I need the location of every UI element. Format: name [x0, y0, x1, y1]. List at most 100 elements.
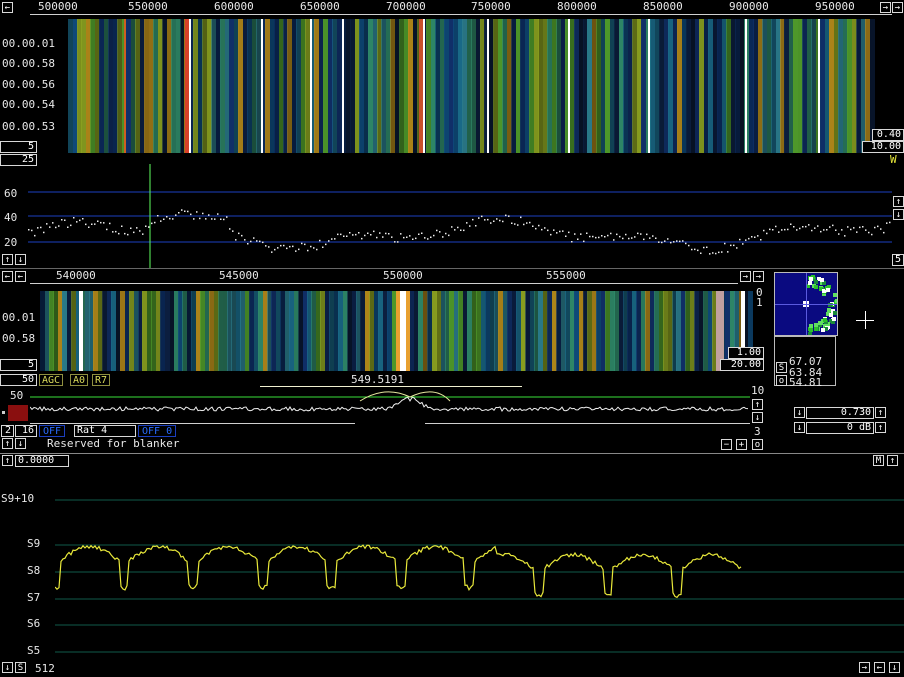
top-scale-tick: 750000	[471, 0, 511, 13]
mid-small-box-b[interactable]: 16	[15, 425, 37, 437]
smeter-down-button[interactable]: ↓	[2, 662, 13, 673]
scroll-left-button[interactable]: ←	[2, 2, 13, 13]
top-waterfall-display[interactable]	[68, 19, 875, 153]
rat-box[interactable]: Rat 4	[74, 425, 136, 437]
mid-scale-up-button[interactable]: ↑	[752, 399, 763, 410]
mid-scale-right-label: 3	[754, 425, 761, 438]
mid-controls-panel: 50 AGC A0 R7 549.5191 50 10 ↑ ↓ 3 2 16 O…	[0, 373, 770, 453]
top-waterfall-left-box[interactable]: 5	[0, 141, 37, 153]
mid-waterfall-time-label: 00.01	[2, 311, 36, 324]
top-waterfall-panel: 00.00.01 00.00.58 00.00.56 00.00.54 00.0…	[0, 17, 904, 154]
r7-button[interactable]: R7	[92, 374, 111, 386]
polar-display[interactable]	[774, 272, 838, 336]
tuned-frequency: 549.5191	[351, 373, 404, 386]
spectrum-y-label: 20	[4, 236, 18, 249]
meter-o-button[interactable]: o	[776, 375, 787, 386]
mid-waterfall-panel: 00.01 00.58 0 1 5 1.00 20.00	[0, 285, 770, 373]
top-scale-tick: 950000	[815, 0, 855, 13]
waterfall-time-label: 00.00.01	[2, 37, 55, 50]
off-button-1[interactable]: OFF	[39, 425, 66, 437]
meter-s-button[interactable]: S	[776, 362, 787, 373]
smeter-left-button[interactable]: ←	[874, 662, 885, 673]
top-scale-tick: 500000	[38, 0, 78, 13]
top-waterfall-gain-box[interactable]: 0.40	[872, 129, 904, 141]
smeter-up-right-button[interactable]: ↑	[887, 455, 898, 466]
smeter-level-label: S8	[27, 564, 41, 577]
smeter-level-label: S6	[27, 617, 41, 630]
top-waterfall-rate-box[interactable]: 10.00	[862, 141, 904, 153]
top-scale-tick: 900000	[729, 0, 769, 13]
smeter-plot[interactable]	[55, 473, 904, 663]
scroll-right-fast-button[interactable]: →	[892, 2, 903, 13]
smeter-level-label: S7	[27, 591, 41, 604]
mid-scale-tick: 555000	[546, 269, 586, 282]
mid-scale-tick: 540000	[56, 269, 96, 282]
mid-waterfall-rate-box[interactable]: 20.00	[720, 359, 764, 371]
smeter-level-label: S5	[27, 644, 41, 657]
spectrum-zoom-down-button[interactable]: ↓	[893, 209, 904, 220]
smeter-level-label: S9+10	[1, 492, 35, 505]
top-scale-tick: 800000	[557, 0, 597, 13]
mid-scroll-left-button[interactable]: ←	[2, 271, 13, 282]
smeter-m-button[interactable]: M	[873, 455, 884, 466]
smeter-right-button[interactable]: →	[859, 662, 870, 673]
mid-up-button[interactable]: ↑	[2, 438, 13, 449]
mid-frequency-scale: ← ← 540000 545000 550000 555000 → →	[0, 268, 904, 285]
smeter-count: 512	[35, 662, 55, 675]
red-indicator-dot	[2, 411, 5, 414]
mid-waterfall-left-box[interactable]: 5	[0, 359, 37, 371]
smeter-level-label: S9	[27, 537, 41, 550]
meter-panel: S 67.07 63.84 o 54.81 ↓ 0.730 ↑ ↓ 0 dB ↑	[770, 268, 904, 453]
mid-minus-button[interactable]: −	[721, 439, 732, 450]
waterfall-time-label: 00.00.58	[2, 57, 55, 70]
gain1-value[interactable]: 0.730	[806, 407, 874, 419]
mid-spectrum-plot[interactable]	[30, 387, 750, 425]
mid-o-button[interactable]: o	[752, 439, 763, 450]
red-indicator	[8, 405, 28, 421]
smeter-panel: ↑ 0.0000 M ↑ S9+10 S9 S8 S7 S6 S5 ↓ S 51…	[0, 453, 904, 677]
top-spectrum-right-box[interactable]: 5	[892, 254, 904, 266]
top-scale-tick: 650000	[300, 0, 340, 13]
meter-o-value: 54.81	[789, 376, 823, 389]
spectrum-y-label: 60	[4, 187, 18, 200]
smeter-s-button[interactable]: S	[15, 662, 26, 673]
mid-scroll-left-fast-button[interactable]: ←	[15, 271, 26, 282]
top-spectrum-panel: 25 W 60 40 20 ↑ ↓ ↑ ↓ 5	[0, 153, 904, 268]
mid-waterfall-time-label: 00.58	[2, 332, 36, 345]
waterfall-time-label: 00.00.54	[2, 98, 55, 111]
mid-scale-right-label: 10	[751, 384, 765, 397]
mid-waterfall-gain-box[interactable]: 1.00	[728, 347, 764, 359]
scroll-right-button[interactable]: →	[880, 2, 891, 13]
waterfall-time-label: 00.00.56	[2, 78, 55, 91]
smeter-down-right-button[interactable]: ↓	[889, 662, 900, 673]
mid-down-button[interactable]: ↓	[15, 438, 26, 449]
gain1-up-button[interactable]: ↑	[875, 407, 886, 418]
gain2-up-button[interactable]: ↑	[875, 422, 886, 433]
a0-button[interactable]: A0	[70, 374, 89, 386]
waterfall-time-label: 00.00.53	[2, 120, 55, 133]
gain1-down-button[interactable]: ↓	[794, 407, 805, 418]
agc-button[interactable]: AGC	[39, 374, 64, 386]
mid-level-label: 50	[10, 389, 24, 402]
spectrum-down-button[interactable]: ↓	[15, 254, 26, 265]
top-scale-tick: 850000	[643, 0, 683, 13]
top-spectrum-plot[interactable]	[28, 164, 892, 268]
top-frequency-scale: ← 500000 550000 600000 650000 700000 750…	[0, 0, 904, 17]
spectrum-up-button[interactable]: ↑	[2, 254, 13, 265]
gain2-value[interactable]: 0 dB	[806, 422, 874, 434]
smeter-up-button[interactable]: ↑	[2, 455, 13, 466]
mid-ref-box[interactable]: 50	[0, 374, 37, 386]
mid-scroll-right-button[interactable]: →	[740, 271, 751, 282]
spectrum-zoom-up-button[interactable]: ↑	[893, 196, 904, 207]
top-scale-tick: 700000	[386, 0, 426, 13]
top-scale-tick: 550000	[128, 0, 168, 13]
mid-scale-down-button[interactable]: ↓	[752, 412, 763, 423]
mid-small-box-a[interactable]: 2	[1, 425, 14, 437]
mid-scroll-right-fast-button[interactable]: →	[753, 271, 764, 282]
gain2-down-button[interactable]: ↓	[794, 422, 805, 433]
mid-scale-tick: 550000	[383, 269, 423, 282]
mid-waterfall-display[interactable]	[40, 291, 753, 371]
smeter-top-value[interactable]: 0.0000	[15, 455, 69, 467]
off-button-2[interactable]: OFF 0	[138, 425, 177, 437]
mid-plus-button[interactable]: +	[736, 439, 747, 450]
